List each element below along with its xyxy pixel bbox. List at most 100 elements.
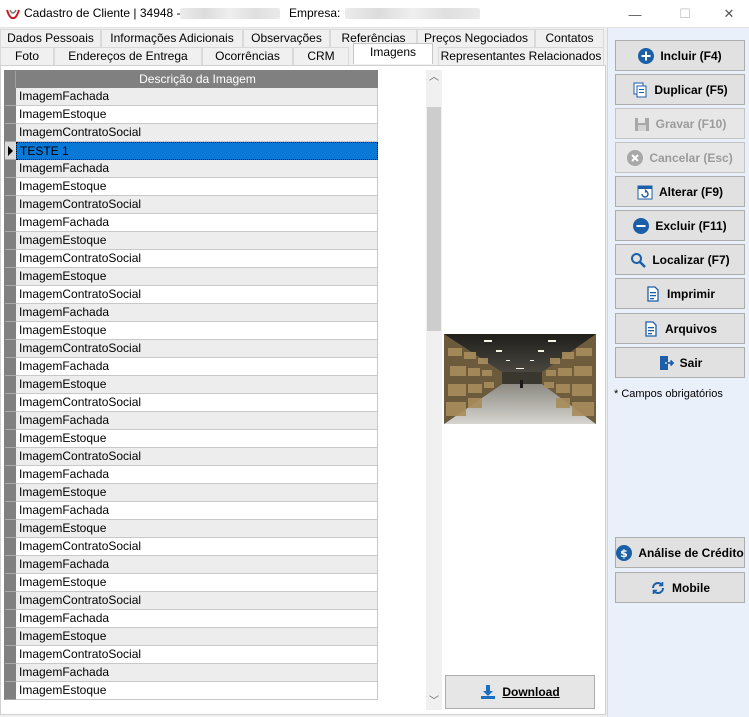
tab-observacoes[interactable]: Observações bbox=[243, 29, 330, 47]
row-indicator[interactable] bbox=[5, 574, 16, 592]
sair-button[interactable]: Sair bbox=[615, 347, 745, 378]
table-row[interactable]: ImagemContratoSocial bbox=[5, 592, 378, 610]
tab-enderecos-entrega[interactable]: Endereços de Entrega bbox=[54, 47, 202, 65]
descricao-cell[interactable]: ImagemEstoque bbox=[16, 178, 378, 196]
descricao-cell[interactable]: ImagemFachada bbox=[16, 664, 378, 682]
descricao-cell[interactable]: ImagemFachada bbox=[16, 502, 378, 520]
row-indicator[interactable] bbox=[5, 106, 16, 124]
descricao-cell[interactable]: ImagemContratoSocial bbox=[16, 196, 378, 214]
localizar-button[interactable]: Localizar (F7) bbox=[615, 244, 745, 275]
descricao-cell[interactable]: ImagemEstoque bbox=[16, 520, 378, 538]
table-row[interactable]: ImagemEstoque bbox=[5, 682, 378, 700]
descricao-cell[interactable]: ImagemFachada bbox=[16, 304, 378, 322]
row-indicator[interactable] bbox=[5, 502, 16, 520]
table-row[interactable]: ImagemContratoSocial bbox=[5, 538, 378, 556]
table-row[interactable]: ImagemFachada bbox=[5, 160, 378, 178]
table-row[interactable]: ImagemEstoque bbox=[5, 178, 378, 196]
row-indicator[interactable] bbox=[5, 520, 16, 538]
descricao-cell[interactable]: ImagemContratoSocial bbox=[16, 646, 378, 664]
analise-credito-button[interactable]: $ Análise de Crédito bbox=[615, 537, 745, 568]
maximize-button[interactable]: ☐ bbox=[662, 0, 708, 28]
tab-imagens[interactable]: Imagens bbox=[353, 43, 433, 64]
descricao-cell[interactable]: TESTE 1 bbox=[16, 142, 378, 160]
descricao-cell[interactable]: ImagemFachada bbox=[16, 214, 378, 232]
table-row[interactable]: ImagemContratoSocial bbox=[5, 196, 378, 214]
table-row[interactable]: ImagemFachada bbox=[5, 214, 378, 232]
descricao-cell[interactable]: ImagemFachada bbox=[16, 358, 378, 376]
descricao-cell[interactable]: ImagemFachada bbox=[16, 610, 378, 628]
descricao-cell[interactable]: ImagemFachada bbox=[16, 160, 378, 178]
row-indicator[interactable] bbox=[5, 664, 16, 682]
row-indicator[interactable] bbox=[5, 250, 16, 268]
table-row[interactable]: ImagemContratoSocial bbox=[5, 124, 378, 142]
descricao-cell[interactable]: ImagemEstoque bbox=[16, 322, 378, 340]
row-indicator[interactable] bbox=[5, 538, 16, 556]
row-indicator[interactable] bbox=[5, 178, 16, 196]
row-indicator[interactable] bbox=[5, 646, 16, 664]
row-indicator[interactable] bbox=[5, 556, 16, 574]
row-indicator[interactable] bbox=[5, 304, 16, 322]
row-indicator[interactable] bbox=[5, 124, 16, 142]
row-indicator[interactable] bbox=[5, 448, 16, 466]
grid-scrollbar[interactable]: ︿ ﹀ bbox=[426, 70, 442, 710]
table-row[interactable]: ImagemFachada bbox=[5, 610, 378, 628]
row-indicator[interactable] bbox=[5, 142, 16, 160]
table-row[interactable]: ImagemFachada bbox=[5, 556, 378, 574]
row-indicator[interactable] bbox=[5, 286, 16, 304]
scroll-up-icon[interactable]: ︿ bbox=[426, 70, 442, 86]
row-indicator[interactable] bbox=[5, 610, 16, 628]
table-row[interactable]: ImagemFachada bbox=[5, 358, 378, 376]
table-row[interactable]: ImagemFachada bbox=[5, 412, 378, 430]
row-indicator[interactable] bbox=[5, 88, 16, 106]
table-row[interactable]: ImagemEstoque bbox=[5, 376, 378, 394]
table-row[interactable]: ImagemFachada bbox=[5, 466, 378, 484]
incluir-button[interactable]: Incluir (F4) bbox=[615, 40, 745, 71]
table-row[interactable]: ImagemContratoSocial bbox=[5, 646, 378, 664]
descricao-cell[interactable]: ImagemFachada bbox=[16, 466, 378, 484]
descricao-cell[interactable]: ImagemEstoque bbox=[16, 430, 378, 448]
table-row[interactable]: ImagemFachada bbox=[5, 304, 378, 322]
image-grid[interactable]: Descrição da Imagem ImagemFachada ImagemE… bbox=[4, 70, 378, 700]
row-indicator[interactable] bbox=[5, 628, 16, 646]
scroll-down-icon[interactable]: ﹀ bbox=[426, 694, 442, 710]
descricao-cell[interactable]: ImagemContratoSocial bbox=[16, 538, 378, 556]
tab-foto[interactable]: Foto bbox=[0, 47, 54, 65]
row-indicator[interactable] bbox=[5, 412, 16, 430]
tab-dados-pessoais[interactable]: Dados Pessoais bbox=[0, 29, 101, 47]
table-row[interactable]: ImagemContratoSocial bbox=[5, 394, 378, 412]
descricao-cell[interactable]: ImagemContratoSocial bbox=[16, 286, 378, 304]
descricao-cell[interactable]: ImagemContratoSocial bbox=[16, 340, 378, 358]
tab-precos-negociados[interactable]: Preços Negociados bbox=[417, 29, 535, 47]
cancelar-button[interactable]: Cancelar (Esc) bbox=[615, 142, 745, 173]
table-row[interactable]: ImagemEstoque bbox=[5, 574, 378, 592]
row-indicator[interactable] bbox=[5, 376, 16, 394]
gravar-button[interactable]: Gravar (F10) bbox=[615, 108, 745, 139]
scroll-thumb[interactable] bbox=[427, 107, 441, 331]
download-button[interactable]: Download bbox=[445, 675, 595, 709]
descricao-cell[interactable]: ImagemContratoSocial bbox=[16, 124, 378, 142]
minimize-button[interactable]: — bbox=[612, 0, 658, 28]
table-row[interactable]: ImagemEstoque bbox=[5, 484, 378, 502]
close-button[interactable]: ✕ bbox=[706, 0, 749, 28]
descricao-cell[interactable]: ImagemContratoSocial bbox=[16, 394, 378, 412]
row-indicator[interactable] bbox=[5, 340, 16, 358]
descricao-cell[interactable]: ImagemEstoque bbox=[16, 232, 378, 250]
arquivos-button[interactable]: Arquivos bbox=[615, 313, 745, 344]
row-indicator[interactable] bbox=[5, 682, 16, 700]
mobile-button[interactable]: Mobile bbox=[615, 572, 745, 603]
tab-crm[interactable]: CRM bbox=[293, 47, 349, 65]
tab-contatos[interactable]: Contatos bbox=[535, 29, 604, 47]
row-indicator[interactable] bbox=[5, 322, 16, 340]
table-row[interactable]: TESTE 1 bbox=[5, 142, 378, 160]
row-indicator[interactable] bbox=[5, 214, 16, 232]
descricao-cell[interactable]: ImagemEstoque bbox=[16, 628, 378, 646]
descricao-cell[interactable]: ImagemEstoque bbox=[16, 268, 378, 286]
table-row[interactable]: ImagemFachada bbox=[5, 88, 378, 106]
descricao-cell[interactable]: ImagemFachada bbox=[16, 556, 378, 574]
table-row[interactable]: ImagemContratoSocial bbox=[5, 340, 378, 358]
descricao-cell[interactable]: ImagemFachada bbox=[16, 412, 378, 430]
table-row[interactable]: ImagemEstoque bbox=[5, 232, 378, 250]
row-indicator[interactable] bbox=[5, 160, 16, 178]
descricao-cell[interactable]: ImagemEstoque bbox=[16, 682, 378, 700]
table-row[interactable]: ImagemEstoque bbox=[5, 268, 378, 286]
